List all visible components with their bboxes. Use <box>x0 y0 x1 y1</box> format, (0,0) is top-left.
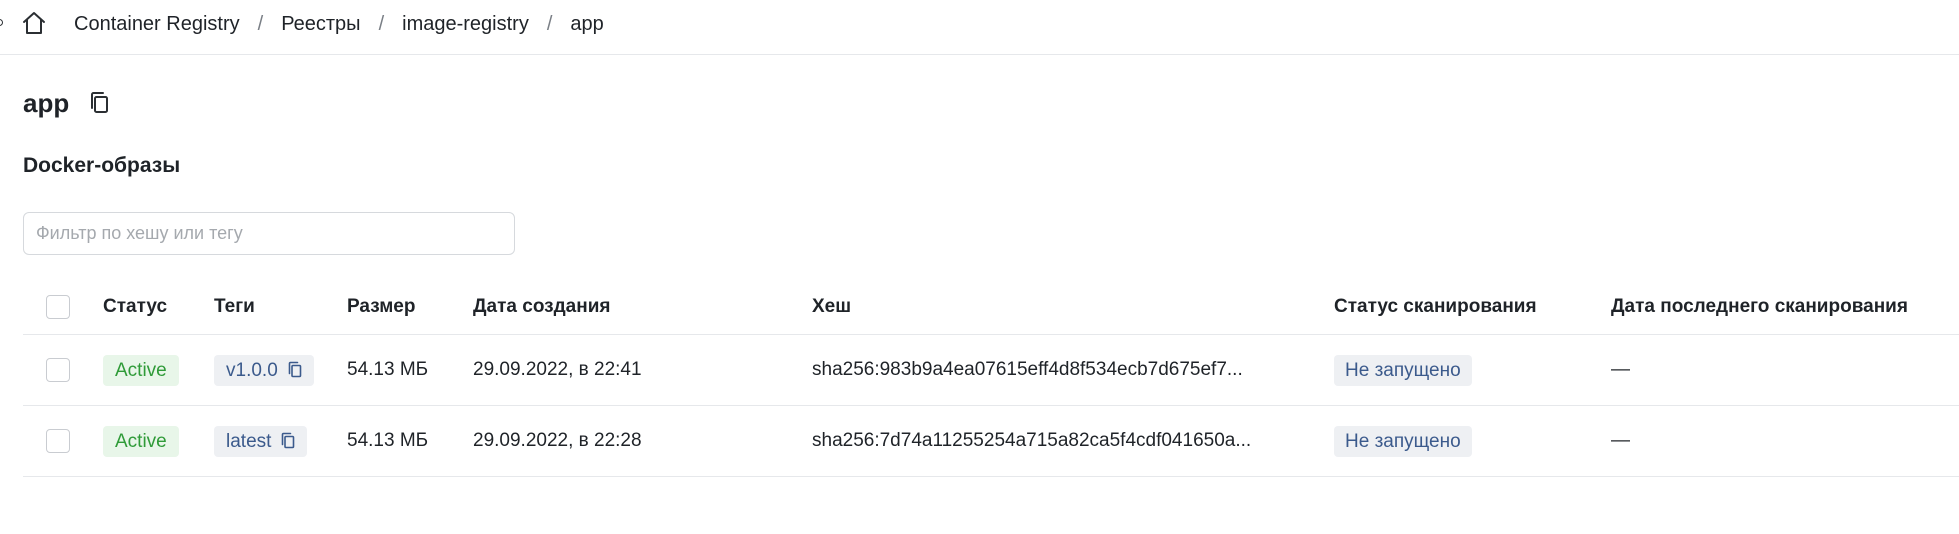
section-title: Docker-образы <box>23 154 181 177</box>
hash-cell: sha256:7d74a11255254a715a82ca5f4cdf04165… <box>812 430 1252 451</box>
tags-cell: latest <box>214 406 308 476</box>
status-cell: Active <box>103 335 179 405</box>
created-cell: 29.09.2022, в 22:41 <box>473 359 642 380</box>
column-header-last-scan[interactable]: Дата последнего сканирования <box>1611 280 1908 334</box>
status-cell: Active <box>103 406 179 476</box>
row-select-cell <box>46 335 70 405</box>
scan-status-cell: Не запущено <box>1334 406 1472 476</box>
tags-cell: v1.0.0 <box>214 335 314 405</box>
scan-status-badge: Не запущено <box>1334 425 1472 457</box>
page-header: app <box>23 88 113 118</box>
breadcrumb: Container Registry / Реестры / image-reg… <box>74 13 604 35</box>
breadcrumb-separator: / <box>378 13 385 35</box>
last-scan-cell: — <box>1611 406 1630 476</box>
column-header-scan-status[interactable]: Статус сканирования <box>1334 280 1537 334</box>
last-scan-value: — <box>1611 359 1630 380</box>
last-scan-value: — <box>1611 430 1630 451</box>
copy-icon[interactable] <box>286 361 304 379</box>
breadcrumb-item-image-registry[interactable]: image-registry <box>402 13 529 35</box>
status-badge: Active <box>103 354 179 386</box>
size-cell: 54.13 МБ <box>347 430 429 451</box>
row-checkbox[interactable] <box>46 429 70 453</box>
breadcrumb-item-app: app <box>570 13 604 35</box>
created-cell: 29.09.2022, в 22:28 <box>473 430 642 451</box>
column-header-created[interactable]: Дата создания <box>473 280 611 334</box>
table-row[interactable]: Active latest 54.13 МБ 29.09.2022, в 22:… <box>23 406 1959 477</box>
tag-label: latest <box>226 430 272 452</box>
home-icon[interactable] <box>20 9 48 37</box>
size-cell: 54.13 МБ <box>347 359 429 380</box>
tag-chip: v1.0.0 <box>214 354 314 386</box>
scan-status-badge: Не запущено <box>1334 354 1472 386</box>
row-checkbox[interactable] <box>46 358 70 382</box>
images-table: Статус Теги Размер Дата создания Хеш Ста… <box>23 280 1959 477</box>
copy-icon[interactable] <box>279 432 297 450</box>
breadcrumb-separator: / <box>546 13 553 35</box>
table-row[interactable]: Active v1.0.0 54.13 МБ 29.09.2022, в 22:… <box>23 335 1959 406</box>
scan-status-cell: Не запущено <box>1334 335 1472 405</box>
tag-label: v1.0.0 <box>226 359 278 381</box>
copy-icon[interactable] <box>87 90 113 116</box>
breadcrumb-item-registries[interactable]: Реестры <box>281 13 360 35</box>
column-header-size[interactable]: Размер <box>347 280 415 334</box>
filter-input[interactable] <box>23 212 515 255</box>
sidebar-collapse-icon[interactable] <box>0 19 3 26</box>
select-all-cell <box>46 280 70 334</box>
hash-cell: sha256:983b9a4ea07615eff4d8f534ecb7d675e… <box>812 359 1243 380</box>
row-select-cell <box>46 406 70 476</box>
last-scan-cell: — <box>1611 335 1630 405</box>
table-header: Статус Теги Размер Дата создания Хеш Ста… <box>23 280 1959 335</box>
breadcrumb-separator: / <box>257 13 264 35</box>
column-header-status[interactable]: Статус <box>103 280 167 334</box>
top-bar: Container Registry / Реестры / image-reg… <box>0 0 1959 55</box>
select-all-checkbox[interactable] <box>46 295 70 319</box>
page-title: app <box>23 88 70 118</box>
column-header-hash[interactable]: Хеш <box>812 280 851 334</box>
status-badge: Active <box>103 425 179 457</box>
tag-chip: latest <box>214 425 308 457</box>
breadcrumb-item-container-registry[interactable]: Container Registry <box>74 13 240 35</box>
column-header-tags[interactable]: Теги <box>214 280 255 334</box>
